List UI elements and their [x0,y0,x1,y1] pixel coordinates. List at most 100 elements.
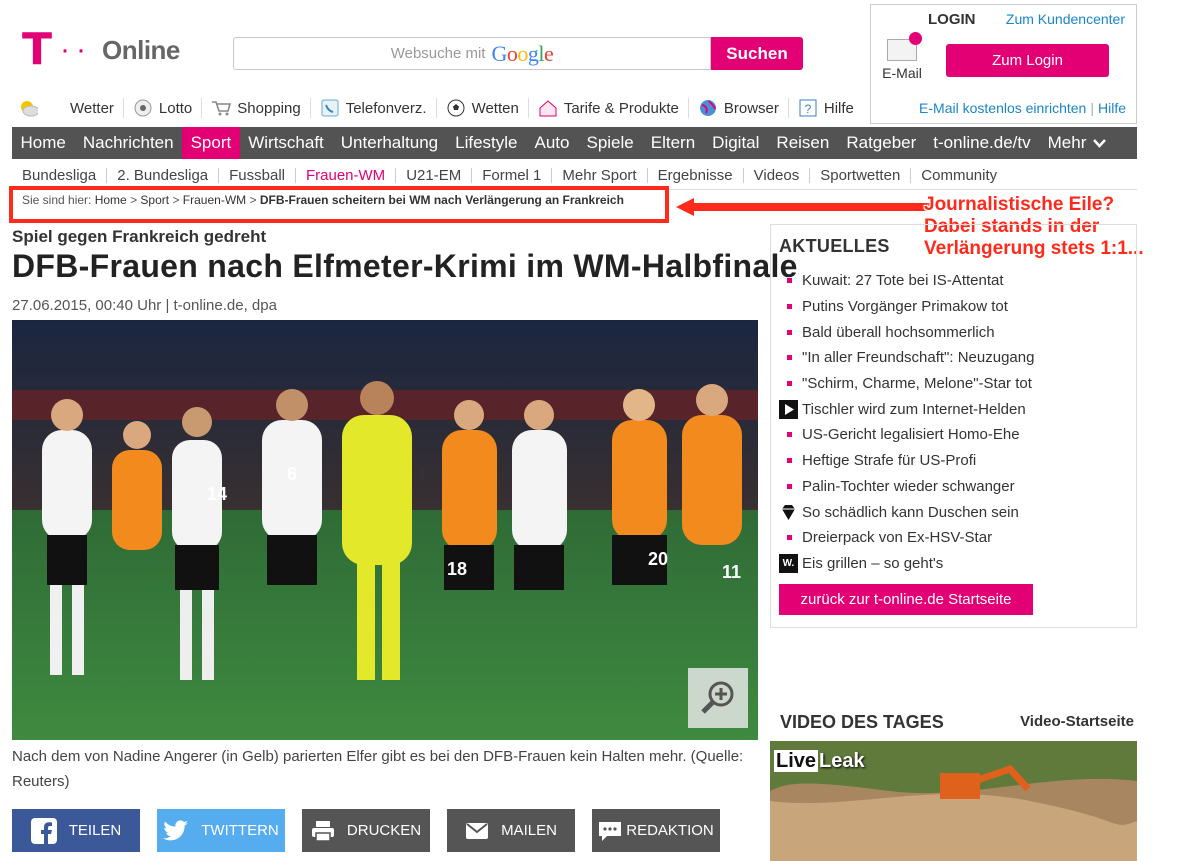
news-link[interactable]: Palin-Tochter wieder schwanger [802,478,1015,495]
news-link[interactable]: US-Gericht legalisiert Homo-Ehe [802,426,1020,443]
service-telefonverz[interactable]: Telefonverz. [311,98,437,118]
list-item[interactable]: Palin-Tochter wieder schwanger [779,474,1034,500]
news-link[interactable]: "In aller Freundschaft": Neuzugang [802,349,1034,366]
main-navigation: Home Nachrichten Sport Wirtschaft Unterh… [12,127,1137,159]
print-button[interactable]: DRUCKEN [302,809,430,852]
logo-leak: Leak [819,750,865,772]
jersey-number: 14 [207,484,227,504]
mail-button[interactable]: MAILEN [447,809,575,852]
w-logo-icon: W. [779,553,798,573]
help-link[interactable]: Hilfe [1098,100,1126,116]
redaktion-button[interactable]: REDAKTION [592,809,720,852]
video-startseite-link[interactable]: Video-Startseite [1020,713,1134,730]
nav-auto[interactable]: Auto [526,127,578,159]
subnav-sportwetten[interactable]: Sportwetten [810,167,912,183]
web-search: Websuche mit Google Suchen [233,37,803,70]
news-link[interactable]: Kuwait: 27 Tote bei IS-Attentat [802,272,1004,289]
aktuelles-title: AKTUELLES [779,236,890,256]
service-label: Lotto [158,99,193,117]
subnav-fussball[interactable]: Fussball [219,167,296,183]
service-tarife[interactable]: Tarife & Produkte [529,98,689,118]
t-online-logo[interactable]: T ·· Online [22,28,180,72]
share-twitter-button[interactable]: TWITTERN [157,809,285,852]
nav-spiele[interactable]: Spiele [578,127,642,159]
news-link[interactable]: So schädlich kann Duschen sein [802,504,1019,521]
list-item[interactable]: Dreierpack von Ex-HSV-Star [779,525,1034,551]
subnav-ergebnisse[interactable]: Ergebnisse [648,167,744,183]
breadcrumb-sport[interactable]: Sport [140,193,169,207]
breadcrumb-frauen-wm[interactable]: Frauen-WM [183,193,246,207]
nav-unterhaltung[interactable]: Unterhaltung [332,127,446,159]
list-item[interactable]: Bald überall hochsommerlich [779,319,1034,345]
aktuelles-box: AKTUELLES Kuwait: 27 Tote bei IS-Attenta… [770,224,1137,628]
nav-reisen[interactable]: Reisen [768,127,838,159]
news-link[interactable]: Heftige Strafe für US-Profi [802,452,976,469]
share-facebook-button[interactable]: TEILEN [12,809,140,852]
nav-ratgeber[interactable]: Ratgeber [838,127,925,159]
telekom-dots: ·· [60,33,92,66]
service-browser[interactable]: Browser [689,98,789,118]
service-label: Wetten [471,99,519,117]
login-button[interactable]: Zum Login [946,44,1109,77]
list-item[interactable]: "In aller Freundschaft": Neuzugang [779,345,1034,371]
breadcrumb-home[interactable]: Home [95,193,127,207]
facebook-icon [30,817,57,844]
zoom-button[interactable] [688,668,748,728]
nav-wirtschaft[interactable]: Wirtschaft [240,127,333,159]
list-item[interactable]: Tischler wird zum Internet-Helden [779,396,1034,422]
list-item[interactable]: "Schirm, Charme, Melone"-Star tot [779,371,1034,397]
list-item[interactable]: So schädlich kann Duschen sein [779,499,1034,525]
free-email-link[interactable]: E-Mail kostenlos einrichten [919,100,1086,116]
share-bar: TEILEN TWITTERN DRUCKEN MAILEN REDAKTION [12,809,737,852]
play-icon [779,399,798,419]
nav-mehr[interactable]: Mehr [1039,127,1115,159]
subnav-mehr-sport[interactable]: Mehr Sport [552,167,648,183]
service-label: Wetter [70,99,114,117]
list-item[interactable]: US-Gericht legalisiert Homo-Ehe [779,422,1034,448]
google-logo: Google [491,40,554,66]
service-wetter[interactable]: Wetter [18,98,124,118]
logo-live: Live [774,750,819,772]
nav-home[interactable]: Home [12,127,74,159]
photo-caption: Nach dem von Nadine Angerer (in Gelb) pa… [12,748,744,790]
subnav-formel-1[interactable]: Formel 1 [472,167,553,183]
service-shopping[interactable]: Shopping [202,98,311,118]
list-item[interactable]: W. Eis grillen – so geht's [779,551,1034,577]
service-lotto[interactable]: Lotto [124,98,203,118]
nav-sport[interactable]: Sport [182,127,240,159]
subnav-2-bundesliga[interactable]: 2. Bundesliga [107,167,220,183]
article-photo[interactable]: 14 6 1 18 20 11 [12,320,758,740]
news-link[interactable]: Bald überall hochsommerlich [802,324,995,341]
login-box: LOGIN Zum Kundencenter E-Mail Zum Login … [870,4,1137,124]
subnav-bundesliga[interactable]: Bundesliga [12,167,108,183]
subnav-frauen-wm[interactable]: Frauen-WM [296,167,397,183]
search-input[interactable]: Websuche mit Google [233,37,711,70]
news-link[interactable]: Putins Vorgänger Primakow tot [802,298,1008,315]
nav-lifestyle[interactable]: Lifestyle [447,127,526,159]
news-link[interactable]: Eis grillen – so geht's [802,555,943,572]
nav-nachrichten[interactable]: Nachrichten [74,127,182,159]
subnav-u21-em[interactable]: U21-EM [396,167,473,183]
service-hilfe[interactable]: ? Hilfe [789,98,863,118]
bullet-square [787,535,792,541]
nav-tv[interactable]: t-online.de/tv [925,127,1039,159]
customer-center-link[interactable]: Zum Kundencenter [1006,11,1125,27]
email-link[interactable]: E-Mail [881,32,923,81]
video-des-tages: VIDEO DES TAGES Video-Startseite Live Lea… [770,704,1137,861]
list-item[interactable]: Heftige Strafe für US-Profi [779,448,1034,474]
service-wetten[interactable]: Wetten [437,98,529,118]
news-link[interactable]: Dreierpack von Ex-HSV-Star [802,529,992,546]
subnav-community[interactable]: Community [911,168,1007,183]
article-kicker: Spiel gegen Frankreich gedreht [12,227,267,246]
nav-digital[interactable]: Digital [704,127,768,159]
news-link[interactable]: "Schirm, Charme, Melone"-Star tot [802,375,1032,392]
news-link[interactable]: Tischler wird zum Internet-Helden [802,401,1026,418]
list-item[interactable]: Kuwait: 27 Tote bei IS-Attentat [779,268,1034,294]
subnav-videos[interactable]: Videos [744,167,811,183]
back-to-homepage-button[interactable]: zurück zur t-online.de Startseite [779,584,1033,615]
nav-mehr-label: Mehr [1047,133,1087,152]
nav-eltern[interactable]: Eltern [642,127,703,159]
list-item[interactable]: Putins Vorgänger Primakow tot [779,294,1034,320]
search-button[interactable]: Suchen [711,37,803,70]
video-thumbnail[interactable]: Live Leak [770,741,1137,861]
